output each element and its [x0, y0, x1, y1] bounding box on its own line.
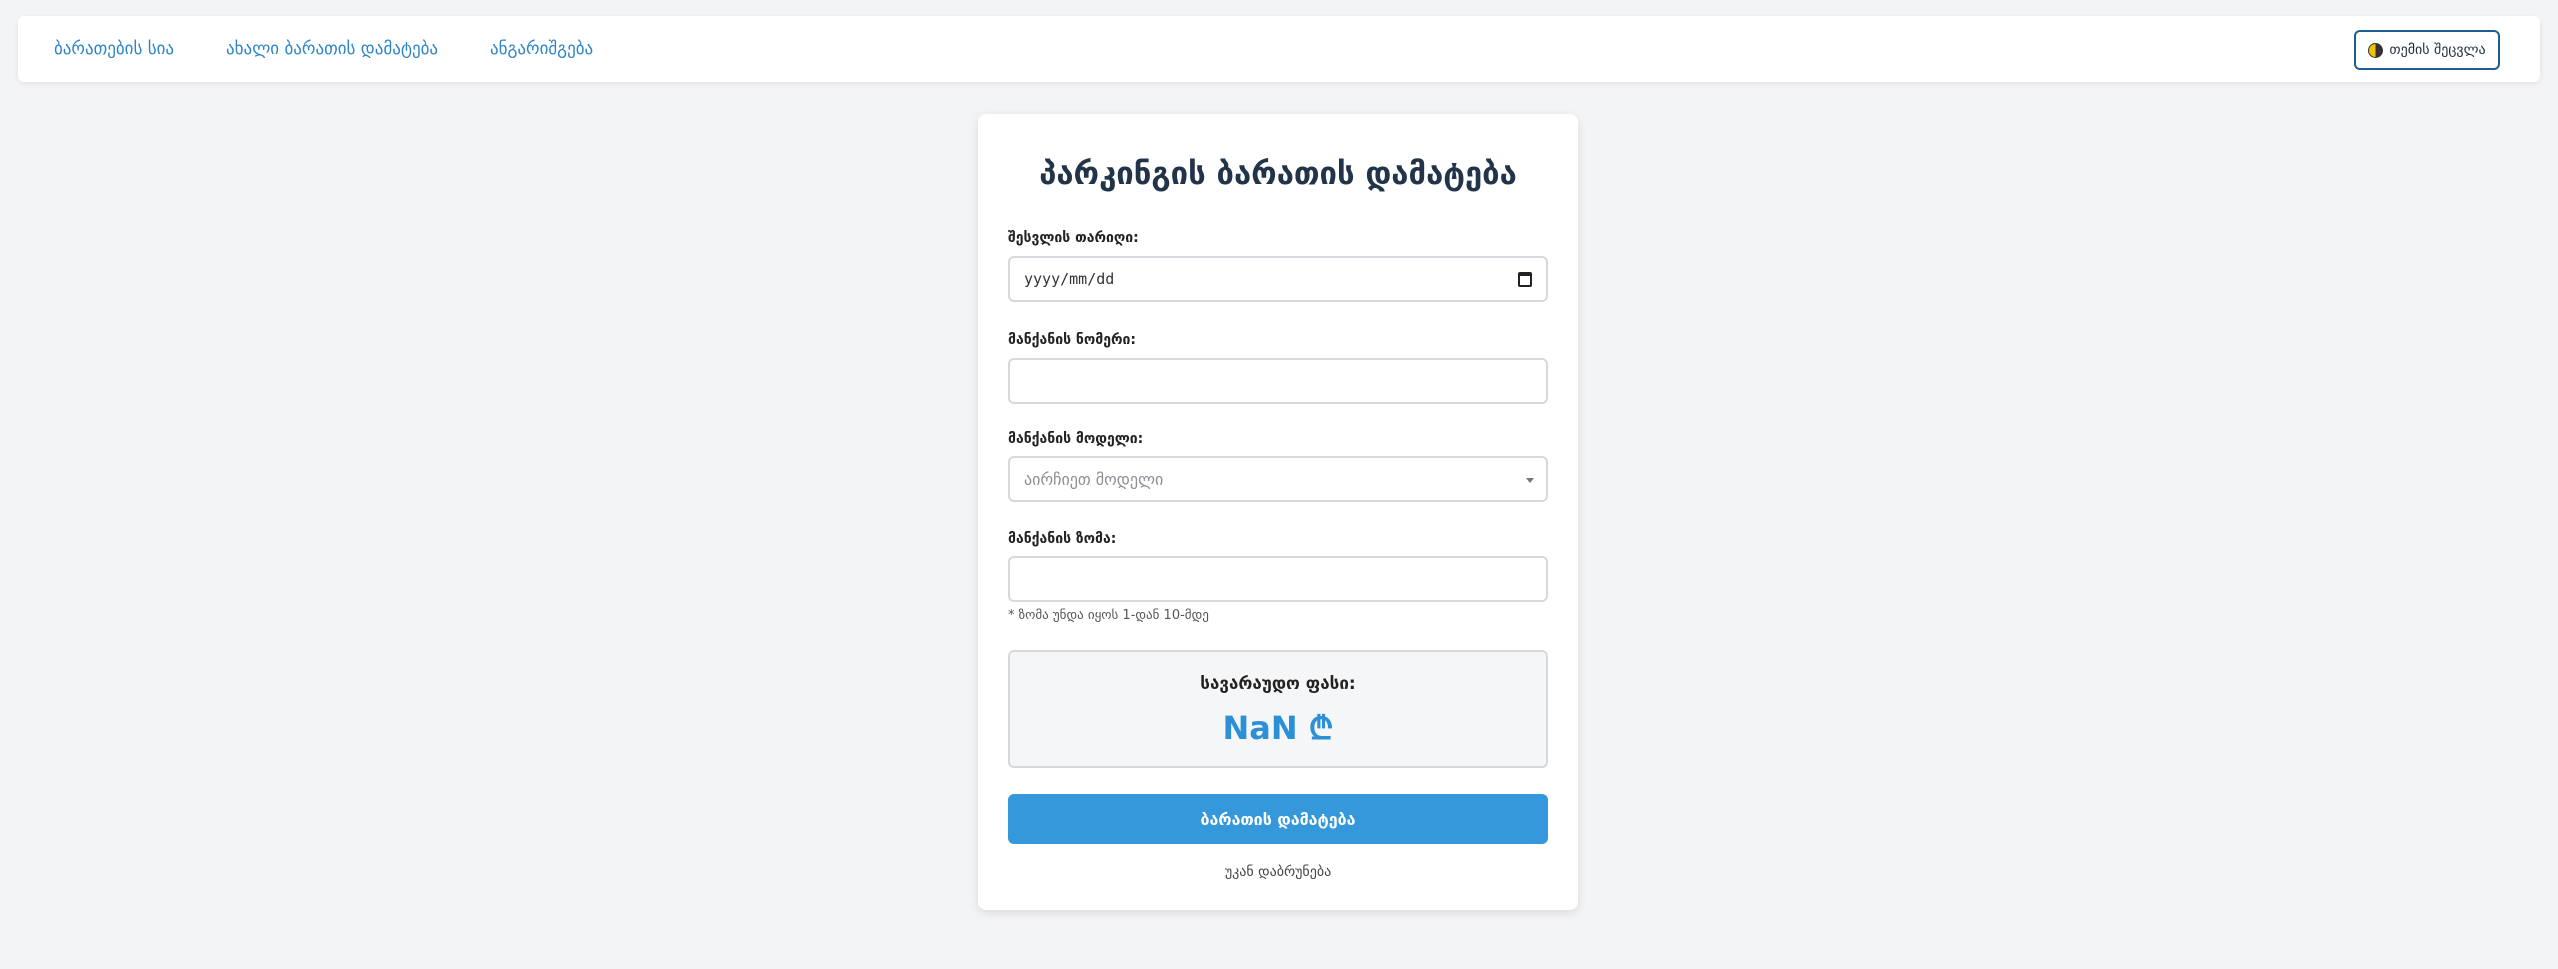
entry-date-label: შესვლის თარიღი:: [1008, 230, 1139, 246]
car-model-label: მანქანის მოდელი:: [1008, 431, 1144, 447]
nav-link-add-card[interactable]: ახალი ბარათის დამატება: [226, 39, 438, 59]
theme-contrast-icon: [2368, 42, 2384, 58]
car-size-input[interactable]: [1008, 556, 1548, 602]
nav-link-card-list[interactable]: ბარათების სია: [54, 39, 174, 59]
entry-date-input[interactable]: yyyy/mm/dd: [1008, 256, 1548, 302]
car-model-select[interactable]: აირჩიეთ მოდელი: [1008, 456, 1548, 502]
page-title: პარკინგის ბარათის დამატება: [1039, 156, 1517, 192]
calendar-icon[interactable]: [1518, 272, 1532, 287]
car-size-hint: * ზომა უნდა იყოს 1-დან 10-მდე: [1008, 608, 1209, 623]
plate-number-input[interactable]: [1008, 358, 1548, 404]
add-card-button[interactable]: ბარათის დამატება: [1008, 794, 1548, 844]
car-model-placeholder: აირჩიეთ მოდელი: [1024, 469, 1164, 489]
estimated-price-value: NaN ₾: [1222, 709, 1334, 747]
plate-number-label: მანქანის ნომერი:: [1008, 332, 1137, 348]
car-size-label: მანქანის ზომა:: [1008, 531, 1117, 547]
theme-toggle-button[interactable]: თემის შეცვლა: [2354, 30, 2500, 70]
theme-toggle-label: თემის შეცვლა: [2389, 42, 2486, 58]
back-link[interactable]: უკან დაბრუნება: [978, 864, 1578, 880]
nav-link-reports[interactable]: ანგარიშგება: [490, 39, 593, 59]
entry-date-placeholder: yyyy/mm/dd: [1024, 270, 1115, 288]
add-card-form: პარკინგის ბარათის დამატება შესვლის თარიღ…: [978, 114, 1578, 910]
top-navbar: ბარათების სია ახალი ბარათის დამატება ანგ…: [18, 16, 2540, 82]
chevron-down-icon: [1526, 478, 1534, 483]
nav-links: ბარათების სია ახალი ბარათის დამატება ანგ…: [54, 16, 593, 82]
estimated-price-label: სავარაუდო ფასი:: [1200, 674, 1356, 694]
estimated-price-box: სავარაუდო ფასი: NaN ₾: [1008, 650, 1548, 768]
